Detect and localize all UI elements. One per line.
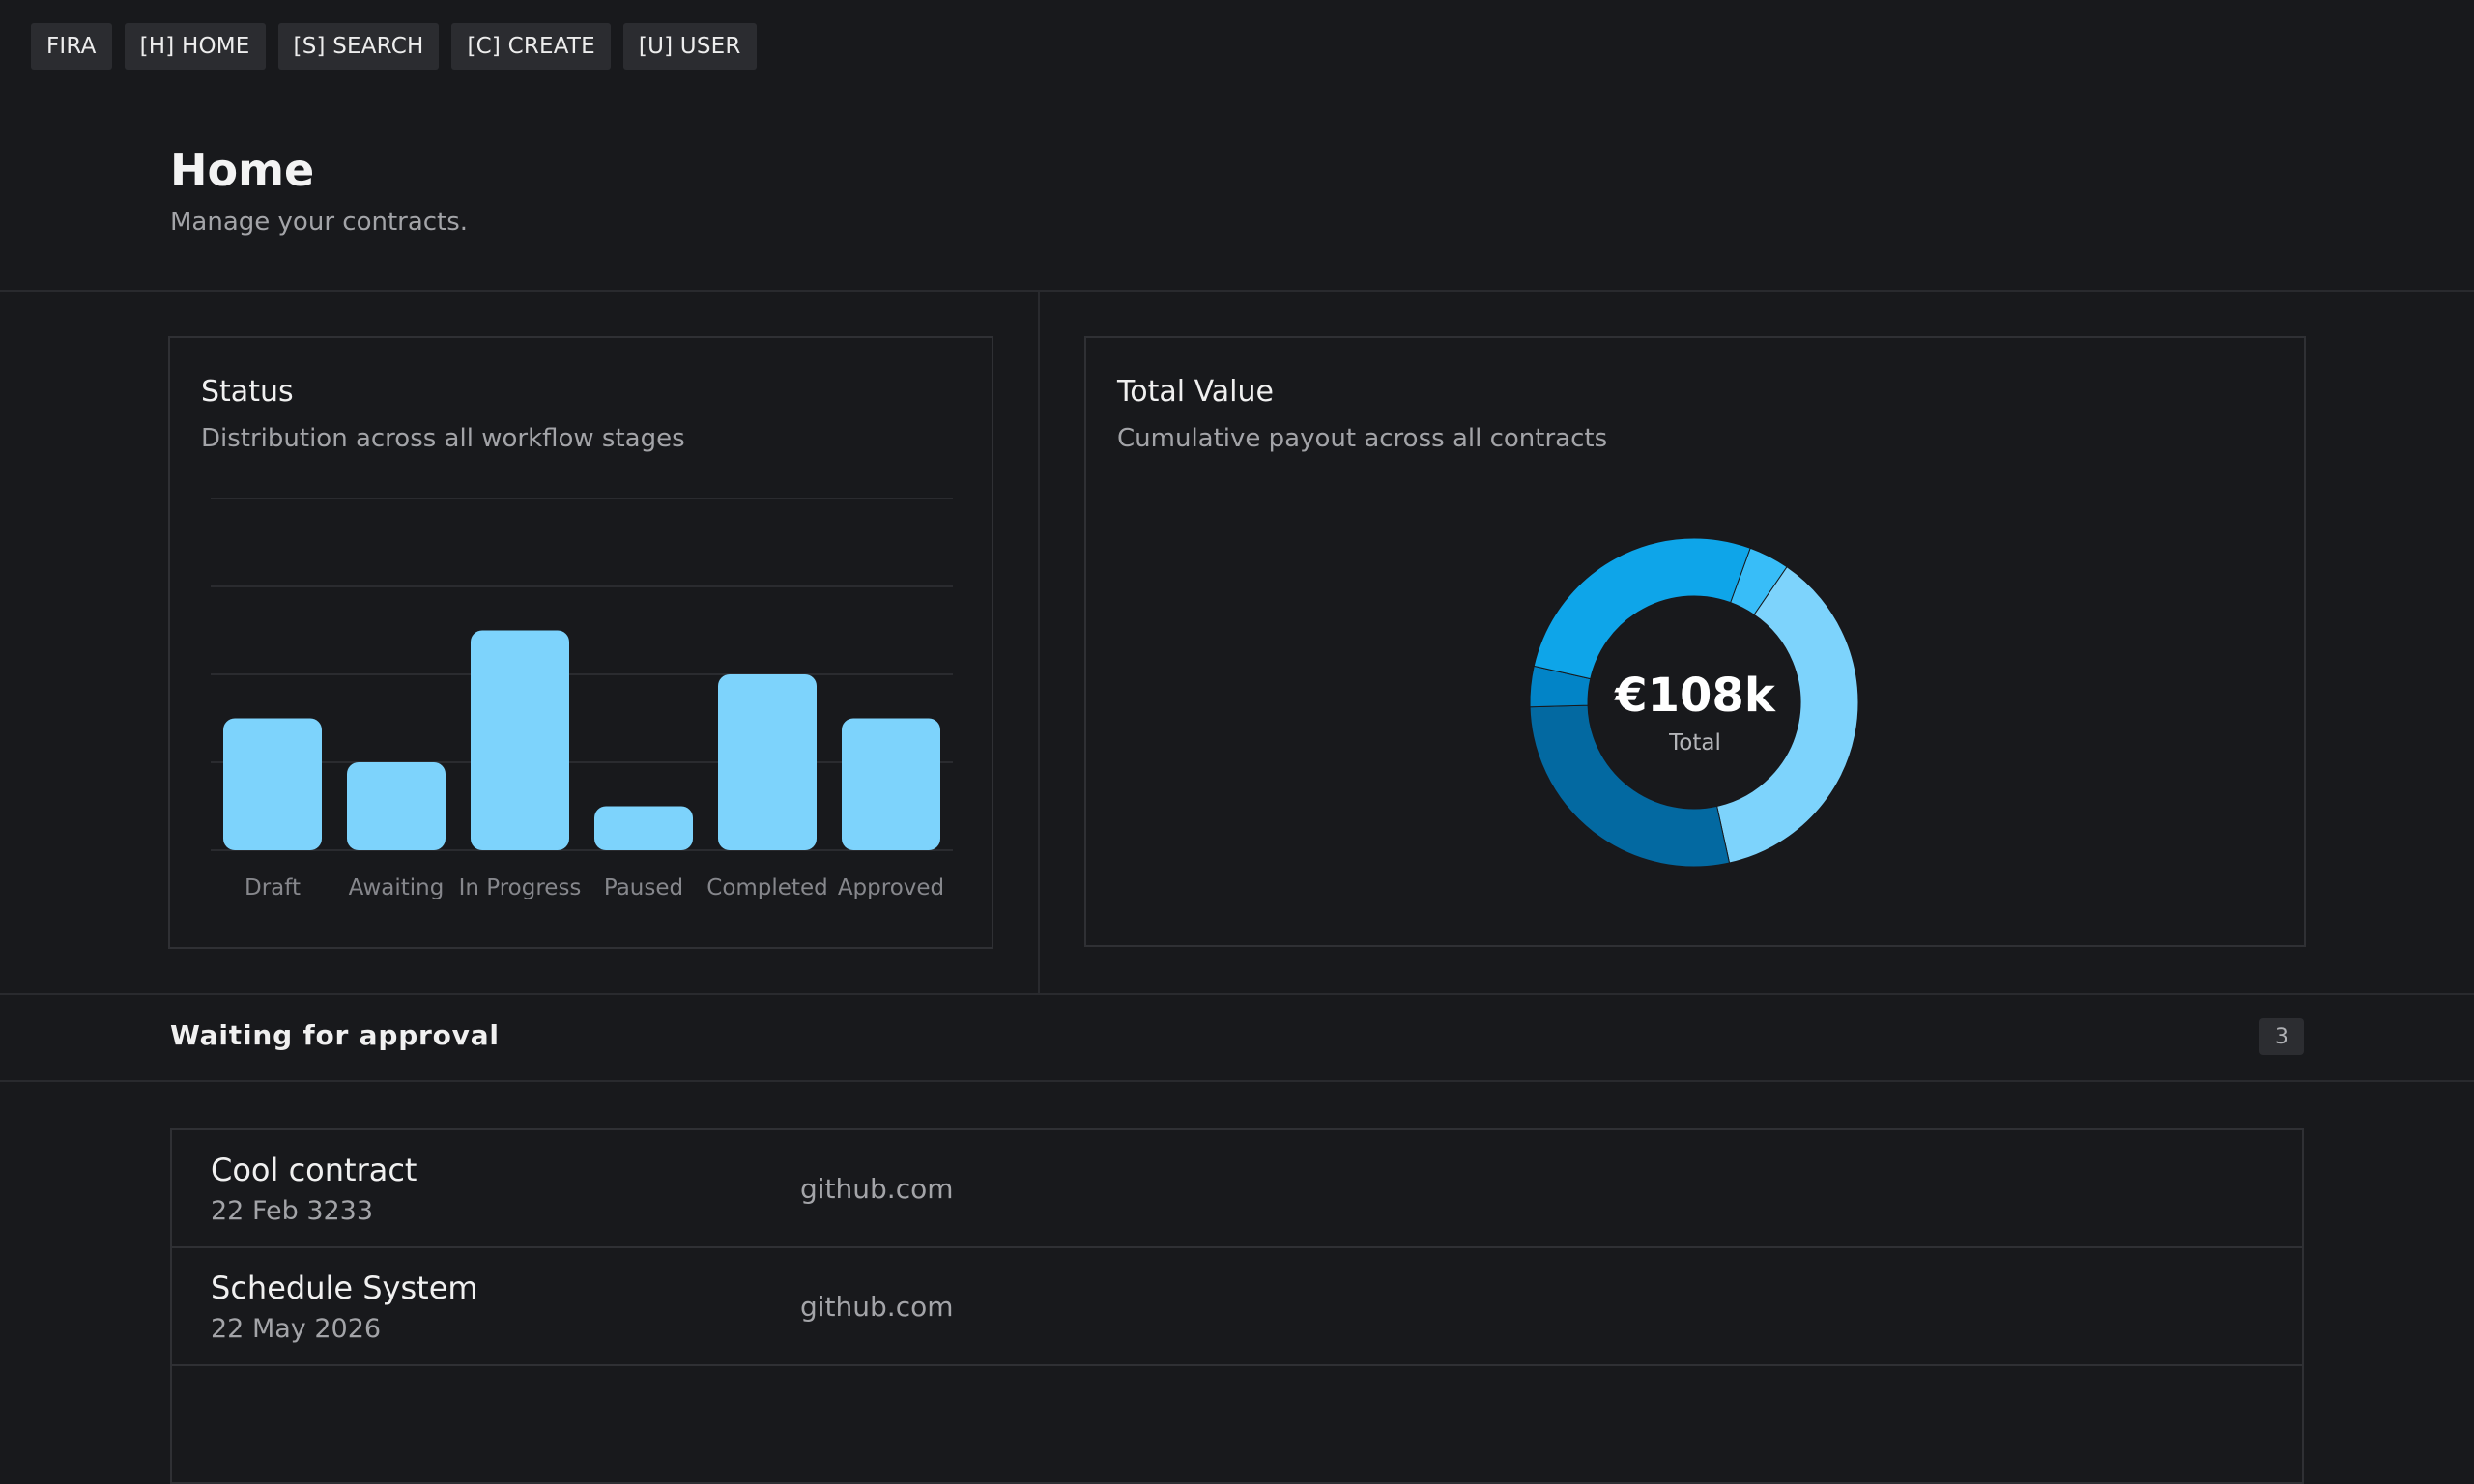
contract-title: Cool contract [211, 1152, 417, 1188]
bar-draft [223, 718, 322, 850]
divider [1038, 290, 1040, 993]
nav-fira[interactable]: FIRA [31, 23, 112, 70]
bar-in-progress [471, 630, 569, 850]
bar-paused [594, 806, 693, 850]
bar-category-label: In Progress [459, 875, 582, 900]
bar-category-label: Completed [706, 875, 827, 900]
contract-domain: github.com [800, 1291, 954, 1323]
top-navigation: FIRA [H] HOME [S] SEARCH [C] CREATE [U] … [31, 23, 757, 70]
contract-domain: github.com [800, 1173, 954, 1205]
page-subtitle: Manage your contracts. [170, 208, 469, 237]
divider [0, 993, 2474, 995]
list-item[interactable]: Cool contract 22 Feb 3233 github.com [172, 1130, 2302, 1248]
nav-user[interactable]: [U] USER [622, 23, 757, 70]
donut-slice-5 [1533, 537, 1751, 680]
bar-approved [842, 718, 940, 850]
contract-date: 22 Feb 3233 [211, 1196, 374, 1226]
total-value-donut-chart [1529, 537, 1859, 868]
approval-count-badge: 3 [2259, 1018, 2304, 1055]
page-title: Home [170, 144, 315, 196]
divider [0, 1080, 2474, 1082]
list-item[interactable]: Schedule System 22 May 2026 github.com [172, 1248, 2302, 1366]
bar-category-label: Draft [245, 875, 301, 900]
bar-completed [718, 674, 817, 850]
bar-category-label: Awaiting [349, 875, 445, 900]
approval-list: Cool contract 22 Feb 3233 github.com Sch… [170, 1128, 2304, 1484]
donut-total-value: €108k [1615, 669, 1775, 723]
total-value-card: Total Value Cumulative payout across all… [1084, 336, 2306, 947]
approval-section-title: Waiting for approval [170, 1019, 500, 1051]
nav-search[interactable]: [S] SEARCH [277, 23, 440, 70]
divider [0, 290, 2474, 292]
bar-awaiting [347, 762, 446, 850]
contract-date: 22 May 2026 [211, 1314, 382, 1344]
donut-total-label: Total [1669, 730, 1721, 756]
bar-category-label: Paused [604, 875, 683, 900]
list-item[interactable] [172, 1366, 2302, 1484]
nav-home[interactable]: [H] HOME [124, 23, 266, 70]
nav-create[interactable]: [C] CREATE [451, 23, 611, 70]
status-bar-chart: Draft Awaiting In Progress Paused Completed A… [211, 498, 953, 900]
status-card: Status Distribution across all workflow … [168, 336, 993, 949]
bar-category-label: Approved [838, 875, 944, 900]
contract-title: Schedule System [211, 1270, 478, 1306]
